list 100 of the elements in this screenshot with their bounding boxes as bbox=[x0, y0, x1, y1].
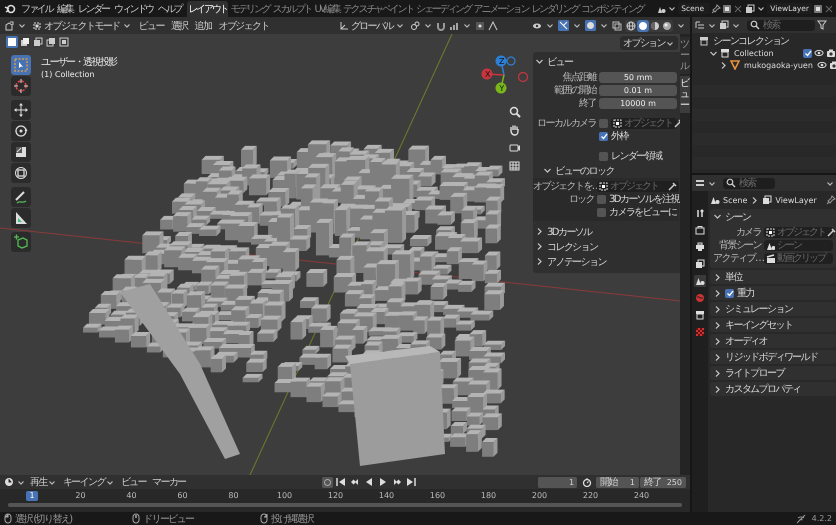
menu-item[interactable]: レンダー bbox=[76, 2, 112, 16]
overlay-toggle-icon[interactable] bbox=[585, 20, 596, 31]
selection-mode-button[interactable] bbox=[45, 36, 57, 48]
tool-button[interactable] bbox=[11, 208, 31, 228]
shading-button[interactable] bbox=[625, 20, 637, 32]
previous-keyframe-icon[interactable] bbox=[350, 477, 360, 487]
menu-item[interactable]: ビュー bbox=[118, 475, 148, 489]
menu-item[interactable]: 選択 bbox=[168, 18, 190, 32]
options-button[interactable]: オプション bbox=[620, 36, 678, 50]
checkbox[interactable] bbox=[725, 288, 734, 298]
tool-button[interactable] bbox=[11, 55, 31, 75]
shading-button[interactable] bbox=[649, 20, 661, 32]
panel-header[interactable]: シーン bbox=[713, 209, 833, 224]
number-field[interactable]: 10000 m bbox=[599, 98, 677, 108]
checkbox[interactable] bbox=[803, 48, 812, 58]
play-icon[interactable] bbox=[378, 477, 388, 487]
menu-item[interactable]: マーカー bbox=[150, 475, 188, 489]
tool-button[interactable] bbox=[11, 76, 31, 96]
camera-icon[interactable] bbox=[828, 60, 836, 70]
panel-header[interactable]: ライトプローブ bbox=[710, 366, 836, 380]
checkbox-label[interactable]: レンダー領域 bbox=[611, 149, 662, 163]
menu-item[interactable]: ウィンドウ bbox=[112, 2, 156, 16]
workspace-tab[interactable]: アニメーション bbox=[472, 0, 530, 16]
workspace-tab[interactable]: スカルプト bbox=[271, 0, 312, 16]
tool-button[interactable] bbox=[11, 100, 31, 120]
selection-mode-button[interactable] bbox=[32, 36, 44, 48]
zoom-icon[interactable] bbox=[508, 105, 521, 118]
menu-item[interactable]: キーイング bbox=[60, 475, 117, 489]
panel-header[interactable]: ビュー bbox=[535, 54, 677, 69]
properties-tab[interactable] bbox=[694, 224, 706, 236]
pin-icon[interactable] bbox=[711, 4, 722, 14]
orientation-dropdown[interactable]: グローバル bbox=[336, 18, 407, 32]
sidebar-tab[interactable]: ツール bbox=[680, 37, 690, 74]
menu-item[interactable]: 追加 bbox=[192, 18, 214, 32]
workspace-tab[interactable]: UV編集 bbox=[313, 0, 341, 16]
image-stack-icon[interactable] bbox=[745, 4, 756, 14]
selection-mode-button[interactable] bbox=[19, 36, 31, 48]
next-keyframe-icon[interactable] bbox=[392, 477, 402, 487]
pivot-icon[interactable] bbox=[410, 20, 420, 30]
panel-header[interactable]: アノテーション bbox=[535, 254, 677, 269]
gizmo-toggle-icon[interactable] bbox=[558, 20, 569, 31]
tool-button[interactable] bbox=[11, 163, 31, 183]
filter-icon[interactable] bbox=[817, 20, 827, 30]
axis-handle[interactable]: X bbox=[482, 68, 492, 80]
tree-item-label[interactable]: Collection bbox=[734, 48, 774, 58]
tool-button[interactable] bbox=[11, 121, 31, 141]
axis-handle[interactable]: Z bbox=[496, 56, 506, 66]
hand-icon[interactable] bbox=[508, 123, 521, 136]
panel-header[interactable]: コレクション bbox=[535, 239, 677, 254]
navigation-gizmo[interactable]: Z X Y bbox=[479, 55, 529, 99]
scrollbar[interactable] bbox=[8, 502, 682, 507]
checkbox[interactable] bbox=[599, 132, 608, 140]
end-frame-field[interactable]: 終了 250 bbox=[640, 476, 686, 488]
checkbox[interactable] bbox=[599, 152, 608, 160]
menu-item[interactable]: ファイル bbox=[19, 2, 54, 16]
workspace-tab[interactable]: シェーディング bbox=[415, 0, 472, 16]
checkbox-label[interactable]: 3Dカーソルを注視 bbox=[609, 192, 679, 206]
workspace-tab[interactable]: レンダリング bbox=[530, 0, 580, 16]
panel-header[interactable]: 3Dカーソル bbox=[535, 224, 677, 239]
panel-header[interactable]: キーイングセット bbox=[710, 318, 836, 332]
selection-mode-button[interactable] bbox=[6, 36, 18, 48]
menu-item[interactable]: オブジェクト bbox=[216, 18, 271, 32]
pin-icon[interactable] bbox=[826, 195, 836, 205]
checkbox-label[interactable]: カメラをビューに bbox=[609, 205, 676, 219]
panel-header[interactable]: オーディオ bbox=[710, 334, 836, 348]
shading-button[interactable] bbox=[661, 20, 673, 32]
copy-icon[interactable] bbox=[722, 4, 732, 14]
number-field[interactable]: 0.01 m bbox=[599, 84, 677, 96]
workspace-tab[interactable]: モデリング bbox=[229, 0, 270, 16]
panel-header[interactable]: リジッドボディワールド bbox=[710, 350, 836, 364]
falloff-curve-icon[interactable] bbox=[488, 20, 498, 30]
xray-icon[interactable] bbox=[612, 20, 622, 30]
sidebar-tab[interactable]: ビュー bbox=[680, 76, 690, 113]
tool-button[interactable] bbox=[11, 187, 31, 207]
checkbox[interactable] bbox=[597, 208, 606, 216]
tree-item-label[interactable]: シーンコレクション bbox=[713, 34, 789, 48]
selection-mode-button[interactable] bbox=[58, 36, 70, 48]
snap-grid-icon[interactable] bbox=[448, 20, 459, 30]
outliner-icon[interactable] bbox=[695, 20, 705, 30]
network-off-icon[interactable] bbox=[796, 514, 806, 524]
properties-tab[interactable] bbox=[694, 258, 706, 270]
panel-header[interactable]: シミュレーション bbox=[710, 302, 836, 316]
magnet-icon[interactable] bbox=[436, 20, 446, 30]
workspace-tab[interactable]: レイアウト bbox=[187, 0, 228, 16]
mode-dropdown[interactable]: オブジェクトモード bbox=[30, 18, 134, 32]
checkbox-label[interactable]: 外枠 bbox=[611, 129, 628, 143]
tool-button[interactable] bbox=[11, 232, 31, 252]
properties-editor-icon[interactable] bbox=[695, 178, 705, 188]
properties-tab[interactable] bbox=[694, 275, 706, 287]
number-field[interactable]: 50 mm bbox=[599, 72, 677, 82]
menu-item[interactable]: 再生 bbox=[28, 475, 59, 489]
visibility-icon[interactable] bbox=[532, 20, 542, 30]
menu-item[interactable]: 編集 bbox=[55, 2, 75, 16]
cube-view-icon[interactable] bbox=[4, 20, 14, 30]
app-logo-icon[interactable] bbox=[4, 2, 16, 14]
camera-icon[interactable] bbox=[826, 48, 836, 58]
checkbox[interactable] bbox=[597, 194, 606, 204]
shading-button[interactable] bbox=[637, 20, 649, 32]
current-frame-field[interactable]: 1 bbox=[538, 476, 578, 488]
properties-tab[interactable] bbox=[694, 241, 706, 253]
